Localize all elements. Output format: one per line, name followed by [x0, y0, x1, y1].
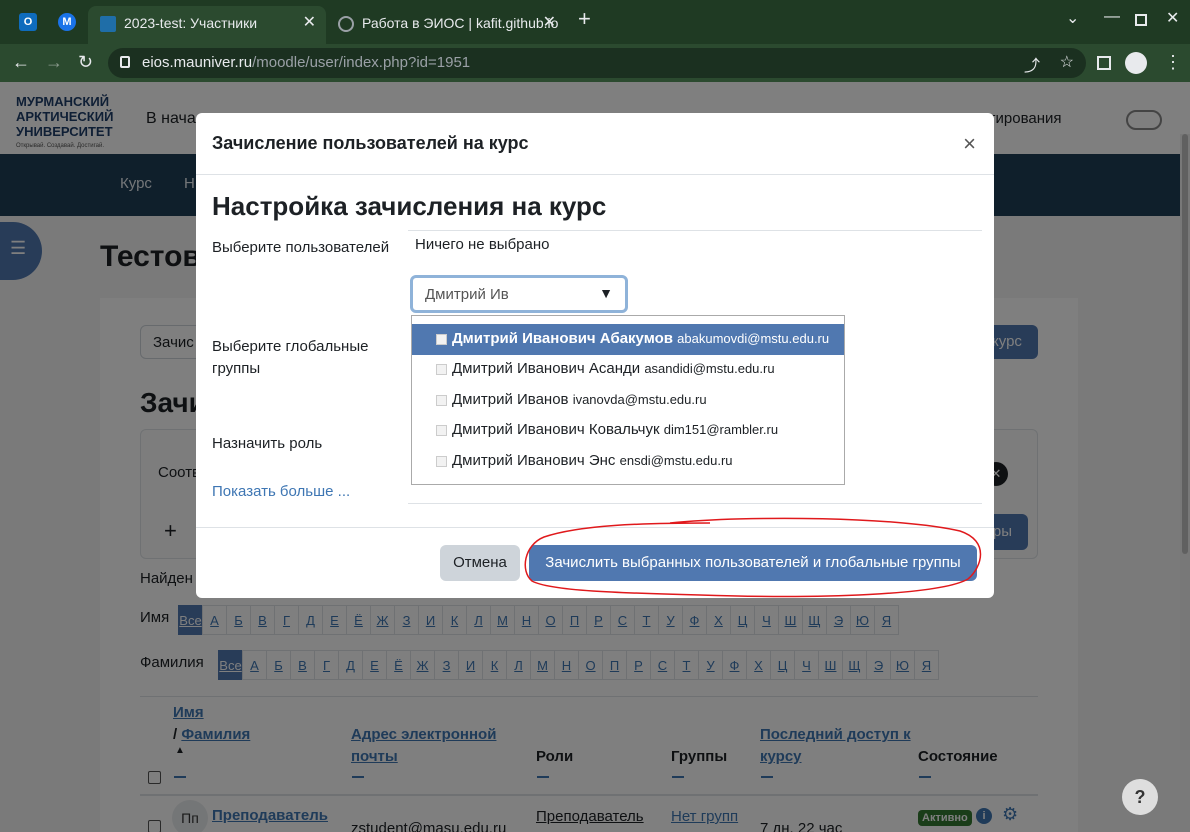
- maximize-icon[interactable]: [1135, 14, 1147, 26]
- option-name: Дмитрий Иванович Асанди: [452, 360, 641, 377]
- close-tab-icon[interactable]: ✕: [303, 6, 316, 40]
- browser-tab-strip: O M 2023-test: Участники ✕ Работа в ЭИОС…: [0, 0, 1190, 44]
- option-email: asandidi@mstu.edu.ru: [644, 361, 775, 376]
- list-item[interactable]: Дмитрий Иванович Ковальчук dim151@ramble…: [412, 415, 844, 446]
- browser-menu-icon[interactable]: ⋮: [1164, 52, 1182, 73]
- user-picture-icon: [436, 395, 447, 406]
- show-more-link[interactable]: Показать больше ...: [212, 483, 350, 500]
- url-path: /moodle/user/index.php?id=1951: [252, 54, 471, 71]
- user-picture-icon: [436, 456, 447, 467]
- url-host: eios.mauniver.ru: [142, 54, 253, 71]
- option-name: Дмитрий Иванович Абакумов: [452, 330, 673, 347]
- minimize-icon[interactable]: —: [1104, 8, 1120, 26]
- option-text: Дмитрий Иванович Асанди asandidi@mstu.ed…: [452, 360, 775, 377]
- url-text: eios.mauniver.ru/moodle/user/index.php?i…: [142, 54, 470, 71]
- share-icon[interactable]: ⤴: [1024, 52, 1040, 76]
- address-bar-row: ← → ↻ eios.mauniver.ru/moodle/user/index…: [0, 44, 1190, 82]
- tab-search-icon[interactable]: ⌄: [1066, 8, 1079, 28]
- assign-role-label: Назначить роль: [212, 435, 323, 452]
- option-text: Дмитрий Иванович Ковальчук dim151@ramble…: [452, 421, 778, 438]
- outlook-tab-icon[interactable]: O: [19, 13, 37, 31]
- moodle-favicon-icon: [100, 16, 116, 32]
- tab-title: 2023-test: Участники: [124, 15, 258, 31]
- help-button[interactable]: ?: [1122, 779, 1158, 815]
- close-dialog-icon[interactable]: ×: [963, 131, 976, 157]
- new-tab-button[interactable]: +: [578, 6, 591, 32]
- list-item[interactable]: Дмитрий Иванов ivanovda@mstu.edu.ru: [412, 385, 844, 416]
- global-groups-label-line: группы: [212, 360, 261, 377]
- dialog-header: Зачисление пользователей на курс ×: [196, 113, 994, 175]
- select-users-label: Выберите пользователей: [212, 239, 390, 256]
- list-item[interactable]: Дмитрий Иванович Энс ensdi@mstu.edu.ru: [412, 446, 844, 477]
- lock-icon: [120, 56, 130, 68]
- red-annotation-circle: [524, 517, 982, 598]
- option-email: ivanovda@mstu.edu.ru: [572, 392, 707, 407]
- dialog-title: Зачисление пользователей на курс: [212, 133, 529, 153]
- user-picture-icon: [436, 425, 447, 436]
- tab-participants[interactable]: 2023-test: Участники ✕: [88, 6, 326, 44]
- cancel-button[interactable]: Отмена: [440, 545, 520, 581]
- reload-icon[interactable]: ↻: [78, 52, 93, 73]
- app-tab-icon[interactable]: M: [58, 13, 76, 31]
- option-text: Дмитрий Иванов ivanovda@mstu.edu.ru: [452, 391, 707, 408]
- global-groups-label: Выберите глобальные группы: [212, 336, 368, 380]
- enrol-settings-heading: Настройка зачисления на курс: [212, 191, 607, 221]
- divider: [408, 230, 982, 231]
- back-icon[interactable]: ←: [12, 52, 30, 73]
- sidepanel-icon[interactable]: [1097, 56, 1111, 70]
- globe-icon: [338, 16, 354, 32]
- user-search-input[interactable]: Дмитрий Ив ▼: [410, 275, 628, 313]
- selected-users-none: Ничего не выбрано: [415, 236, 550, 253]
- option-name: Дмитрий Иванович Ковальчук: [452, 421, 660, 438]
- user-suggestions-list: Дмитрий Иванович Абакумов abakumovdi@mst…: [411, 315, 845, 485]
- list-item[interactable]: Дмитрий Иванович Асанди asandidi@mstu.ed…: [412, 354, 844, 385]
- chevron-down-icon[interactable]: ▼: [599, 285, 613, 301]
- option-text: Дмитрий Иванович Абакумов abakumovdi@mst…: [452, 330, 829, 347]
- tab-eios-work[interactable]: Работа в ЭИОС | kafit.github.io ✕: [326, 6, 566, 44]
- window-close-icon[interactable]: ✕: [1166, 8, 1179, 28]
- option-text: Дмитрий Иванович Энс ensdi@mstu.edu.ru: [452, 452, 733, 469]
- bookmark-star-icon[interactable]: ☆: [1060, 52, 1074, 72]
- user-picture-icon: [436, 364, 447, 375]
- tab-title: Работа в ЭИОС | kafit.github.io: [362, 15, 559, 31]
- omnibox[interactable]: eios.mauniver.ru/moodle/user/index.php?i…: [108, 48, 1086, 78]
- global-groups-label-line: Выберите глобальные: [212, 338, 369, 355]
- profile-avatar-icon[interactable]: [1125, 52, 1147, 74]
- option-email: dim151@rambler.ru: [663, 422, 779, 437]
- close-tab-icon[interactable]: ✕: [543, 6, 556, 40]
- divider: [408, 503, 982, 504]
- list-item[interactable]: Дмитрий Иванович Абакумов abakumovdi@mst…: [412, 324, 844, 355]
- forward-icon[interactable]: →: [45, 52, 63, 73]
- option-email: abakumovdi@mstu.edu.ru: [677, 331, 830, 346]
- option-name: Дмитрий Иванов: [452, 391, 569, 408]
- option-name: Дмитрий Иванович Энс: [452, 452, 616, 469]
- user-picture-icon: [436, 334, 447, 345]
- user-search-value: Дмитрий Ив: [425, 286, 509, 303]
- option-email: ensdi@mstu.edu.ru: [619, 453, 733, 468]
